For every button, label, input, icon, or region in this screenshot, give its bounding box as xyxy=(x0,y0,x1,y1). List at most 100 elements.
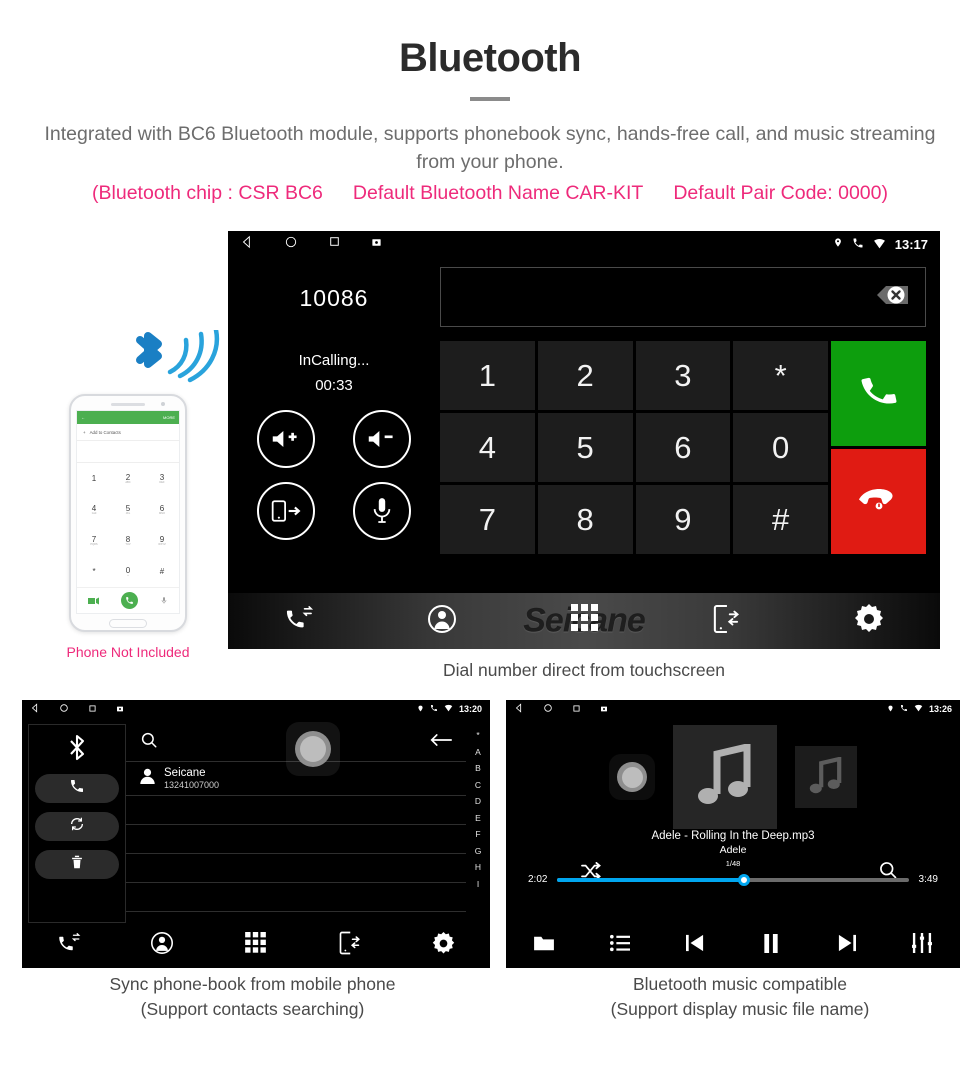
album-art-current[interactable] xyxy=(673,725,777,829)
music-pause-button[interactable] xyxy=(733,933,809,958)
phone-key: 4 GHI xyxy=(77,494,111,525)
phonebook-caption-line1: Sync phone-book from mobile phone xyxy=(109,974,396,994)
phone-sync-icon xyxy=(713,604,740,639)
hangup-button[interactable] xyxy=(831,449,926,554)
nav-call-history[interactable] xyxy=(228,605,370,637)
nav-phone-sync[interactable] xyxy=(655,604,797,639)
contact-row-empty xyxy=(126,854,466,883)
alpha-entry[interactable]: G xyxy=(475,846,482,856)
alphabet-index[interactable]: * A B C D E F G H I xyxy=(466,724,490,923)
keypad-key-6[interactable]: 6 xyxy=(635,413,731,482)
phone-key: * xyxy=(77,556,111,587)
keypad-key-hash[interactable]: # xyxy=(733,485,828,554)
nav-settings[interactable] xyxy=(798,603,940,639)
phone-key: 2 ABC xyxy=(111,463,145,494)
phone-key-sub: DEF xyxy=(159,480,165,484)
music-previous-button[interactable] xyxy=(657,934,733,957)
music-caption: Bluetooth music compatible (Support disp… xyxy=(500,972,980,1023)
album-art-next[interactable] xyxy=(795,746,857,808)
keypad-key-5[interactable]: 5 xyxy=(537,413,633,482)
keypad-key-8[interactable]: 8 xyxy=(537,485,633,554)
back-arrow-icon[interactable] xyxy=(430,732,452,753)
voicemail-icon xyxy=(160,592,168,610)
home-icon[interactable] xyxy=(59,700,69,718)
screenshot-icon[interactable] xyxy=(600,700,608,718)
phone-signal-icon xyxy=(430,704,438,714)
music-equalizer-button[interactable] xyxy=(884,933,960,958)
alpha-entry[interactable]: C xyxy=(475,780,481,790)
nav-phone-sync[interactable] xyxy=(303,931,397,960)
phone-key: 8 TUV xyxy=(111,525,145,556)
phone-key: 7 PQRS xyxy=(77,525,111,556)
phonebook-sync-button[interactable] xyxy=(35,812,119,841)
keypad-key-4[interactable]: 4 xyxy=(440,413,535,482)
alpha-entry[interactable]: H xyxy=(475,862,481,872)
progress-slider[interactable] xyxy=(557,873,909,886)
progress-fill xyxy=(557,877,744,882)
nav-settings[interactable] xyxy=(396,931,490,960)
back-icon[interactable] xyxy=(30,700,40,718)
alpha-entry[interactable]: B xyxy=(475,763,481,773)
phone-device-frame: ← MORE + Add to Contacts 1 2 ABC 3 DEF 4 GH… xyxy=(69,394,187,632)
nav-contacts[interactable] xyxy=(370,604,512,638)
volume-up-button[interactable] xyxy=(257,410,315,468)
number-input-field[interactable] xyxy=(440,267,926,327)
phone-key-sub: ABC xyxy=(125,480,131,484)
alpha-entry[interactable]: * xyxy=(476,730,479,740)
call-controls xyxy=(250,410,418,540)
phonebook-call-button[interactable] xyxy=(35,774,119,803)
screenshot-icon[interactable] xyxy=(371,235,382,253)
alpha-entry[interactable]: E xyxy=(475,813,481,823)
android-nav-buttons xyxy=(514,700,608,718)
progress-handle[interactable] xyxy=(737,873,750,886)
search-icon xyxy=(140,731,158,754)
title-divider xyxy=(470,97,510,101)
phone-key: 5 JKL xyxy=(111,494,145,525)
phone-mockup: ← MORE + Add to Contacts 1 2 ABC 3 DEF 4 GH… xyxy=(38,327,220,660)
music-folder-button[interactable] xyxy=(506,934,582,957)
nav-contacts[interactable] xyxy=(116,932,210,959)
settings-icon xyxy=(432,931,455,960)
keypad-key-0[interactable]: 0 xyxy=(733,413,828,482)
phonebook-delete-button[interactable] xyxy=(35,850,119,879)
keypad-key-2[interactable]: 2 xyxy=(537,341,633,410)
phone-add-to-contacts: + Add to Contacts xyxy=(77,424,179,441)
recents-icon[interactable] xyxy=(572,700,581,718)
volume-down-button[interactable] xyxy=(353,410,411,468)
knob-outer-ring xyxy=(295,731,331,767)
call-button[interactable] xyxy=(831,341,926,446)
back-icon[interactable] xyxy=(514,700,524,718)
keypad-key-3[interactable]: 3 xyxy=(635,341,731,410)
nav-keypad[interactable] xyxy=(513,603,655,639)
alpha-entry[interactable]: A xyxy=(475,747,481,757)
phone-key-sub: JKL xyxy=(125,511,131,515)
pause-icon xyxy=(763,933,779,958)
wifi-icon xyxy=(914,704,923,714)
recents-icon[interactable] xyxy=(328,235,341,253)
alpha-entry[interactable]: F xyxy=(475,829,480,839)
alpha-entry[interactable]: I xyxy=(477,879,479,889)
keypad-key-1[interactable]: 1 xyxy=(440,341,535,410)
nav-keypad[interactable] xyxy=(209,931,303,960)
alpha-entry[interactable]: D xyxy=(475,796,481,806)
dialed-number: 10086 xyxy=(299,285,369,311)
music-next-button[interactable] xyxy=(809,934,885,957)
back-icon[interactable] xyxy=(240,235,254,254)
nav-call-history[interactable] xyxy=(22,932,116,959)
contacts-icon xyxy=(427,604,456,638)
keypad-key-9[interactable]: 9 xyxy=(635,485,731,554)
keypad-key-7[interactable]: 7 xyxy=(440,485,535,554)
dial-keypad: 1 2 3 * 4 5 6 0 7 8 9 # xyxy=(440,341,926,554)
transfer-to-phone-button[interactable] xyxy=(257,482,315,540)
knob-inner-disc xyxy=(621,766,643,788)
keypad-key-star[interactable]: * xyxy=(733,341,828,410)
home-icon[interactable] xyxy=(543,700,553,718)
screenshot-icon[interactable] xyxy=(116,700,124,718)
recents-icon[interactable] xyxy=(88,700,97,718)
home-icon[interactable] xyxy=(284,235,298,254)
microphone-button[interactable] xyxy=(353,482,411,540)
backspace-icon[interactable] xyxy=(863,280,911,315)
shuffle-button[interactable] xyxy=(580,862,602,885)
phone-key-sub: MNO xyxy=(158,511,166,515)
music-playlist-button[interactable] xyxy=(582,934,658,957)
